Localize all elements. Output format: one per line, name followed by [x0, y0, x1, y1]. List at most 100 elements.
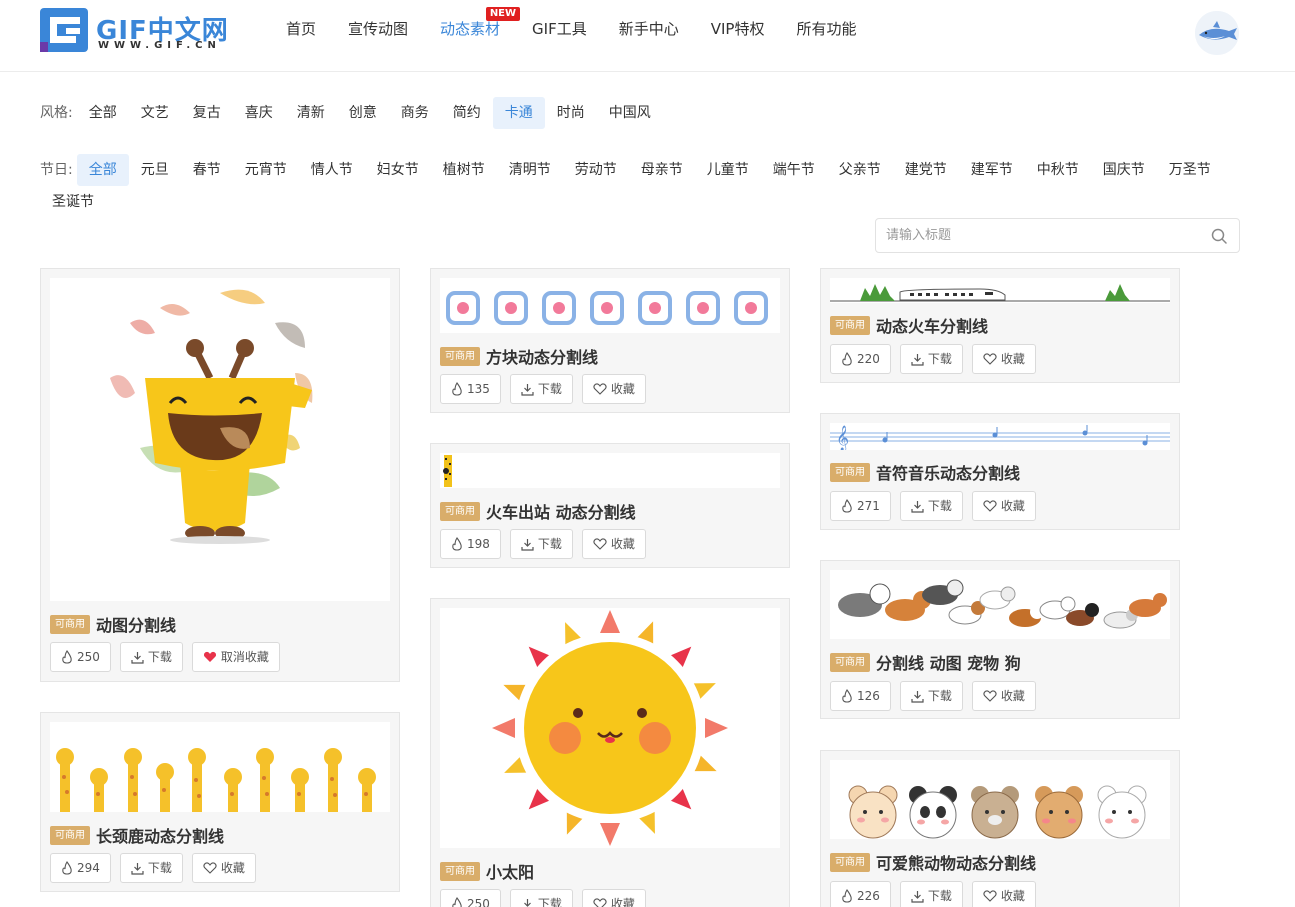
- material-card[interactable]: 可商用 长颈鹿动态分割线 294 下载 收藏: [40, 712, 400, 892]
- sun-image: [492, 610, 728, 846]
- festival-mother[interactable]: 母亲节: [629, 154, 695, 186]
- style-retro[interactable]: 复古: [181, 97, 233, 129]
- commercial-tag: 可商用: [50, 825, 90, 845]
- style-creative[interactable]: 创意: [337, 97, 389, 129]
- download-icon: [911, 500, 924, 513]
- favorite-button[interactable]: 收藏: [971, 491, 1036, 521]
- style-fashion[interactable]: 时尚: [545, 97, 597, 129]
- card-title[interactable]: 可爱熊动物动态分割线: [876, 850, 1036, 874]
- hot-button[interactable]: 135: [440, 374, 501, 404]
- style-business[interactable]: 商务: [389, 97, 441, 129]
- hot-button[interactable]: 220: [830, 344, 891, 374]
- material-card[interactable]: 可商用 可爱熊动物动态分割线 226 下载 收藏: [820, 750, 1180, 907]
- hot-button[interactable]: 294: [50, 853, 111, 883]
- material-card[interactable]: 可商用 火车出站 动态分割线 198 下载 收藏: [430, 443, 790, 568]
- style-fresh[interactable]: 清新: [285, 97, 337, 129]
- favorite-button[interactable]: 收藏: [971, 344, 1036, 374]
- card-thumbnail[interactable]: [830, 570, 1170, 639]
- download-button[interactable]: 下载: [119, 642, 183, 672]
- nav-home[interactable]: 首页: [270, 0, 332, 60]
- nav-vip[interactable]: VIP特权: [695, 0, 781, 60]
- card-title[interactable]: 音符音乐动态分割线: [876, 460, 1020, 484]
- festival-halloween[interactable]: 万圣节: [1157, 154, 1223, 186]
- download-button[interactable]: 下载: [899, 344, 963, 374]
- festival-mid-autumn[interactable]: 中秋节: [1025, 154, 1091, 186]
- festival-qingming[interactable]: 清明节: [497, 154, 563, 186]
- download-button[interactable]: 下载: [119, 853, 183, 883]
- favorite-button[interactable]: 收藏: [581, 889, 646, 907]
- festival-all[interactable]: 全部: [76, 154, 129, 186]
- style-chinese[interactable]: 中国风: [597, 97, 663, 129]
- festival-valentine[interactable]: 情人节: [299, 154, 365, 186]
- user-avatar[interactable]: [1195, 11, 1239, 55]
- festival-party[interactable]: 建党节: [893, 154, 959, 186]
- favorite-label: 收藏: [1000, 889, 1025, 903]
- hot-button[interactable]: 250: [50, 642, 111, 672]
- hot-button[interactable]: 250: [440, 889, 501, 907]
- download-button[interactable]: 下载: [899, 491, 963, 521]
- festival-women[interactable]: 妇女节: [365, 154, 431, 186]
- card-thumbnail[interactable]: [50, 278, 390, 601]
- festival-christmas[interactable]: 圣诞节: [40, 186, 106, 218]
- material-card[interactable]: 可商用 动态火车分割线 220 下载 收藏: [820, 268, 1180, 383]
- card-thumbnail[interactable]: [440, 608, 780, 848]
- style-literary[interactable]: 文艺: [129, 97, 181, 129]
- download-button[interactable]: 下载: [509, 889, 573, 907]
- nav-gif-tools[interactable]: GIF工具: [516, 0, 603, 60]
- download-button[interactable]: 下载: [509, 374, 573, 404]
- favorite-button[interactable]: 收藏: [191, 853, 256, 883]
- festival-labor[interactable]: 劳动节: [563, 154, 629, 186]
- material-card[interactable]: 可商用 小太阳 250 下载 收藏: [430, 598, 790, 907]
- site-logo[interactable]: GIF中文网 WWW.GIF.CN: [40, 8, 240, 54]
- card-thumbnail[interactable]: [440, 453, 780, 488]
- style-simple[interactable]: 简约: [441, 97, 493, 129]
- material-card[interactable]: 𝄞 可商用 音符音乐动态分割线 271 下载 收藏: [820, 413, 1180, 530]
- search-input[interactable]: [876, 219, 1196, 252]
- card-title[interactable]: 动图分割线: [96, 612, 176, 636]
- card-title[interactable]: 方块动态分割线: [486, 344, 598, 368]
- card-thumbnail[interactable]: [830, 760, 1170, 839]
- nav-all-features[interactable]: 所有功能: [780, 0, 872, 60]
- card-thumbnail[interactable]: 𝄞: [830, 423, 1170, 450]
- festival-arbor[interactable]: 植树节: [431, 154, 497, 186]
- unfavorite-button[interactable]: 取消收藏: [191, 642, 280, 672]
- card-thumbnail[interactable]: [830, 278, 1170, 303]
- festival-spring[interactable]: 春节: [181, 154, 233, 186]
- favorite-button[interactable]: 收藏: [971, 881, 1036, 907]
- download-button[interactable]: 下载: [899, 881, 963, 907]
- nav-animated-materials[interactable]: 动态素材 NEW: [424, 0, 521, 60]
- download-button[interactable]: 下载: [509, 529, 573, 559]
- festival-army[interactable]: 建军节: [959, 154, 1025, 186]
- material-card[interactable]: 可商用 分割线 动图 宠物 狗 126 下载 收藏: [820, 560, 1180, 719]
- favorite-label: 收藏: [610, 537, 635, 551]
- festival-children[interactable]: 儿童节: [695, 154, 761, 186]
- material-card[interactable]: 可商用 方块动态分割线 135 下载 收藏: [430, 268, 790, 413]
- card-thumbnail[interactable]: [50, 722, 390, 812]
- card-thumbnail[interactable]: [440, 278, 780, 333]
- style-cartoon[interactable]: 卡通: [492, 97, 545, 129]
- style-festive[interactable]: 喜庆: [233, 97, 285, 129]
- style-all[interactable]: 全部: [77, 97, 129, 129]
- festival-lantern[interactable]: 元宵节: [233, 154, 299, 186]
- hot-button[interactable]: 126: [830, 681, 891, 711]
- card-title[interactable]: 长颈鹿动态分割线: [96, 823, 224, 847]
- festival-dragon-boat[interactable]: 端午节: [761, 154, 827, 186]
- favorite-button[interactable]: 收藏: [581, 529, 646, 559]
- card-title[interactable]: 动态火车分割线: [876, 313, 988, 337]
- hot-button[interactable]: 271: [830, 491, 891, 521]
- festival-father[interactable]: 父亲节: [827, 154, 893, 186]
- hot-button[interactable]: 226: [830, 881, 891, 907]
- nav-beginner-center[interactable]: 新手中心: [603, 0, 695, 60]
- favorite-button[interactable]: 收藏: [581, 374, 646, 404]
- hot-button[interactable]: 198: [440, 529, 501, 559]
- download-button[interactable]: 下载: [899, 681, 963, 711]
- nav-promo-gifs[interactable]: 宣传动图: [332, 0, 424, 60]
- card-title[interactable]: 火车出站 动态分割线: [486, 499, 636, 523]
- material-card[interactable]: 可商用 动图分割线 250 下载 取消收藏: [40, 268, 400, 682]
- festival-new-year[interactable]: 元旦: [129, 154, 181, 186]
- card-title[interactable]: 分割线 动图 宠物 狗: [876, 650, 1021, 674]
- card-title[interactable]: 小太阳: [486, 859, 534, 883]
- favorite-button[interactable]: 收藏: [971, 681, 1036, 711]
- festival-national[interactable]: 国庆节: [1091, 154, 1157, 186]
- search-icon[interactable]: [1211, 228, 1227, 244]
